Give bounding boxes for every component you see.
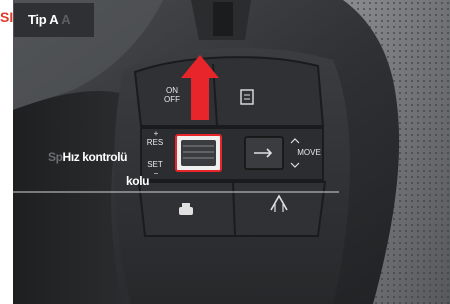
callout-line1: SpHız kontrolü [48,150,128,164]
edge-label: SI [0,9,14,25]
variant-tab-label: Tip A [28,12,59,27]
variant-tab-ghost: A [61,12,71,27]
set-minus-label: − [153,169,159,178]
move-label: MOVE [297,148,321,157]
on-off-button-label: ON OFF [164,86,180,104]
set-label: SET [147,160,163,169]
callout-line2: kolu [126,174,150,188]
res-label: RES [146,138,164,147]
res-plus-label: + [153,129,159,138]
variant-tab: Tip AA [14,3,94,37]
